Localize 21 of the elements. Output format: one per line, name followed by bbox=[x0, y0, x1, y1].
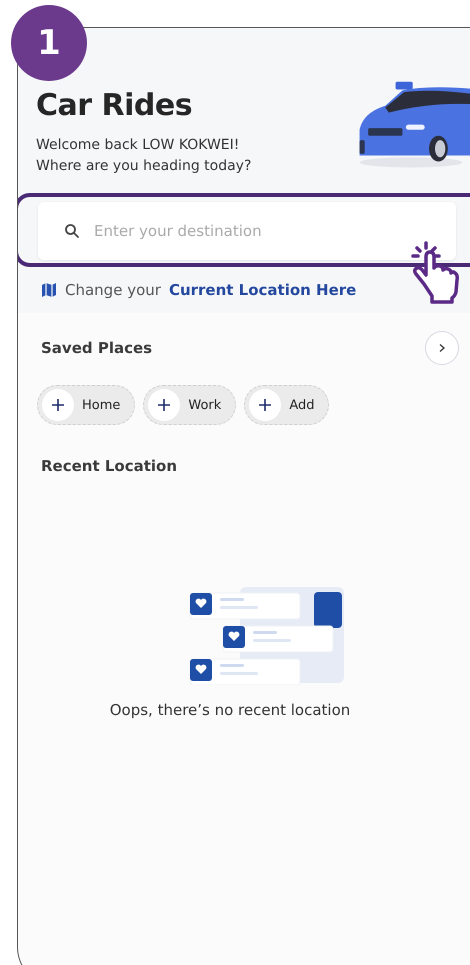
search-icon bbox=[64, 223, 80, 239]
greeting-text: Welcome back LOW KOKWEI! bbox=[36, 136, 240, 155]
empty-message: Oops, there’s no recent location bbox=[108, 701, 352, 719]
plus-icon bbox=[42, 389, 74, 421]
add-place-chip[interactable]: Home bbox=[37, 385, 136, 425]
add-place-chip[interactable]: Add bbox=[244, 385, 330, 425]
chevron-right-icon bbox=[437, 343, 447, 353]
page-title: Car Rides bbox=[36, 88, 194, 123]
plus-icon bbox=[148, 389, 180, 421]
map-icon bbox=[41, 282, 57, 298]
search-field[interactable]: Enter your destination bbox=[38, 202, 456, 260]
current-location-link[interactable]: Current Location Here bbox=[168, 281, 356, 299]
add-place-chip[interactable]: Work bbox=[143, 385, 236, 425]
location-label: Change your bbox=[65, 281, 161, 299]
tapping-hand-icon bbox=[410, 240, 460, 304]
step-badge: 1 bbox=[11, 5, 87, 81]
greeting-text: Where are you heading today? bbox=[36, 157, 252, 176]
next-button[interactable] bbox=[425, 331, 459, 365]
section-title: Saved Places bbox=[41, 339, 152, 357]
plus-icon bbox=[249, 389, 282, 421]
section-title: Recent Location bbox=[41, 457, 178, 475]
